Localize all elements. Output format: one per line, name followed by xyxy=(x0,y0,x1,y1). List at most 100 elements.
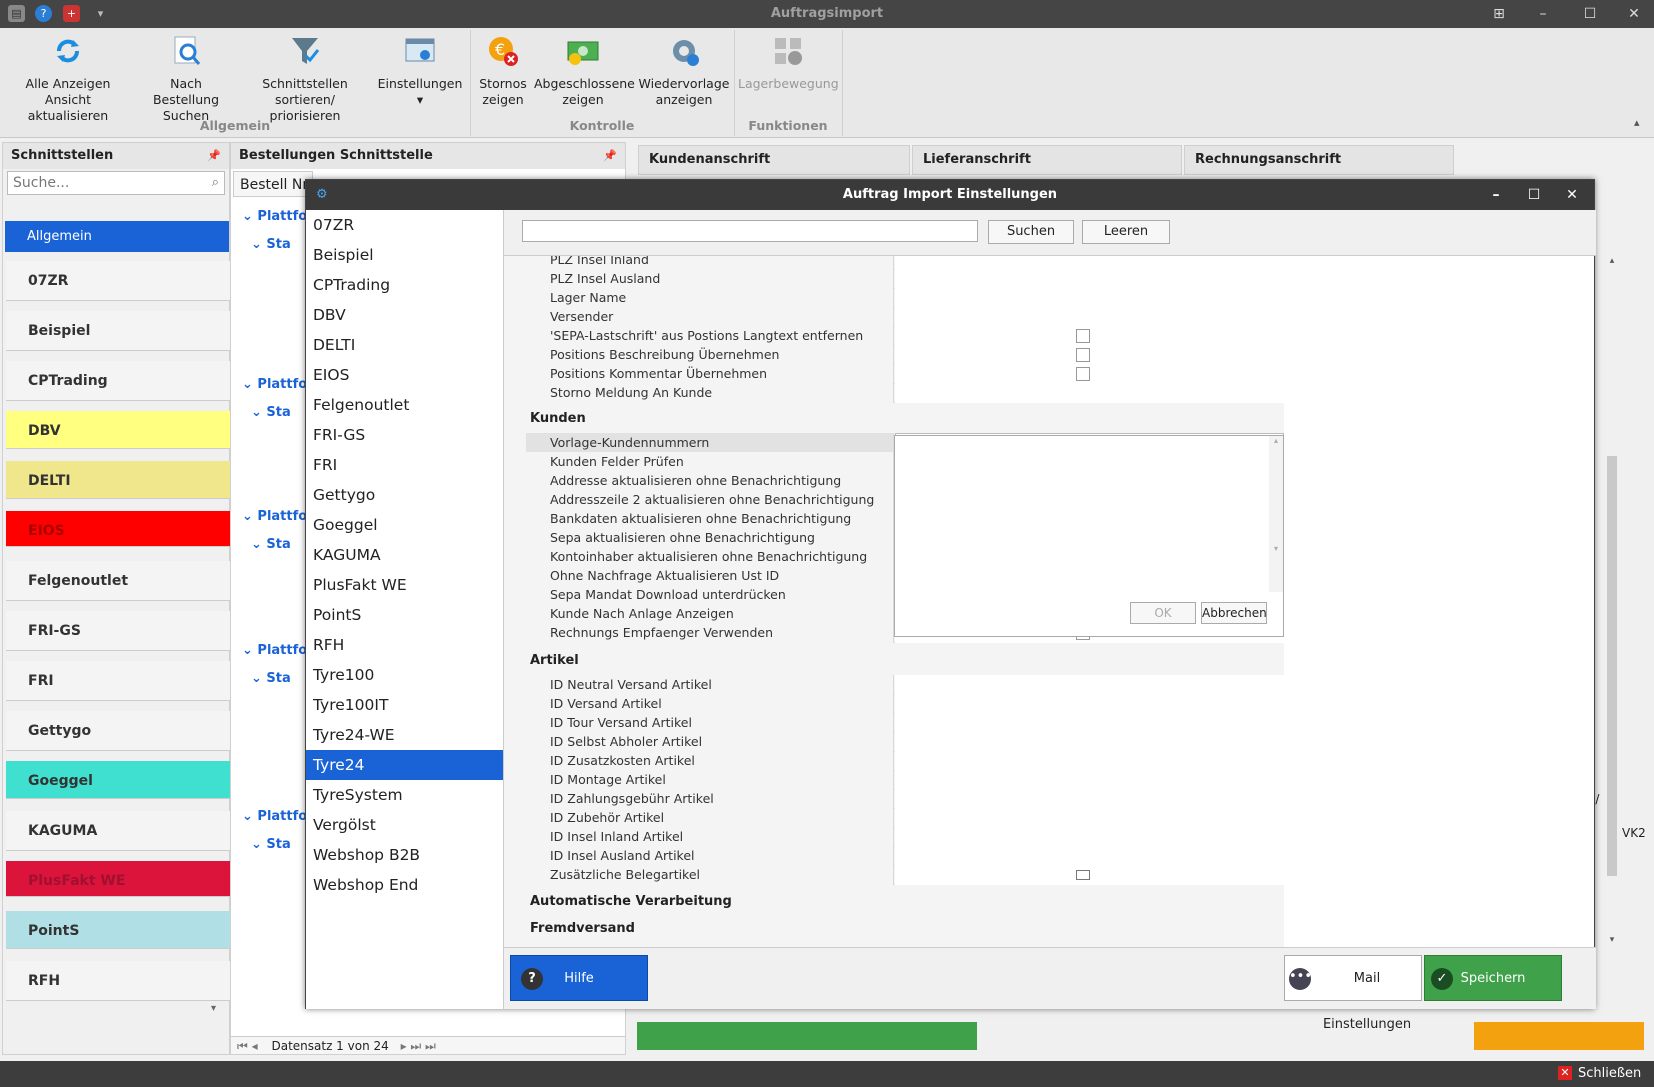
setting-value[interactable] xyxy=(895,827,1284,847)
setting-checkbox[interactable] xyxy=(1076,329,1090,343)
setting-value[interactable] xyxy=(895,269,1284,289)
setting-value[interactable] xyxy=(895,770,1284,790)
settings-category[interactable]: Automatische Verarbeitung xyxy=(504,888,1284,916)
layout-icon[interactable]: ⊞ xyxy=(1487,4,1511,24)
minimize-button[interactable]: – xyxy=(1531,4,1555,24)
column-header-order-nr[interactable]: Bestell Nr xyxy=(233,171,313,197)
close-app-link[interactable]: Schließen xyxy=(1578,1066,1641,1081)
refresh-all-button[interactable]: Alle Anzeigen Ansicht aktualisieren xyxy=(4,32,132,124)
mail-settings-button[interactable]: ••• Mail Einstellungen xyxy=(1284,955,1422,1032)
interface-item[interactable]: CPTrading xyxy=(6,361,231,401)
dialog-interface-item[interactable]: Vergölst xyxy=(306,810,503,840)
sub-group-row[interactable]: ⌄ Sta xyxy=(251,405,291,420)
sub-group-row[interactable]: ⌄ Sta xyxy=(251,671,291,686)
show-completed-button[interactable]: Abgeschlossene zeigen xyxy=(534,32,635,108)
nav-first-icon[interactable]: ⏮ ◂ xyxy=(231,1039,258,1053)
interface-item[interactable]: FRI xyxy=(6,661,231,701)
setting-value[interactable] xyxy=(895,865,1284,885)
search-order-button[interactable]: Nach Bestellung Suchen xyxy=(136,32,236,124)
interface-item[interactable]: Beispiel xyxy=(6,311,231,351)
popup-ok-button[interactable]: OK xyxy=(1130,602,1196,624)
interface-item[interactable]: FRI-GS xyxy=(6,611,231,651)
setting-value[interactable] xyxy=(895,307,1284,327)
ribbon-collapse-icon[interactable]: ▴ xyxy=(1634,116,1640,129)
stock-movement-button[interactable]: Lagerbewegung xyxy=(738,32,839,92)
settings-search-input[interactable] xyxy=(522,220,978,242)
setting-value[interactable] xyxy=(895,846,1284,866)
dialog-close-button[interactable]: ✕ xyxy=(1558,180,1586,210)
setting-value[interactable] xyxy=(895,732,1284,752)
interface-item[interactable]: DBV xyxy=(6,411,231,449)
popup-text-area[interactable] xyxy=(897,438,1271,590)
interface-item[interactable]: Felgenoutlet xyxy=(6,561,231,601)
setting-checkbox[interactable] xyxy=(1076,870,1090,880)
orange-action-bar[interactable] xyxy=(1474,1022,1644,1050)
green-action-bar[interactable] xyxy=(637,1022,977,1050)
setting-value[interactable] xyxy=(895,713,1284,733)
dialog-interface-item[interactable]: Beispiel xyxy=(306,240,503,270)
dialog-minimize-button[interactable]: – xyxy=(1482,180,1510,210)
interface-item[interactable]: PlusFakt WE xyxy=(6,861,231,897)
close-red-icon[interactable]: ✕ xyxy=(1558,1066,1572,1080)
setting-value[interactable] xyxy=(895,256,1284,270)
setting-checkbox[interactable] xyxy=(1076,348,1090,362)
setting-value[interactable] xyxy=(895,808,1284,828)
interface-item[interactable]: 07ZR xyxy=(6,261,231,301)
settings-category[interactable]: Artikel xyxy=(504,647,1284,675)
dialog-maximize-button[interactable]: ☐ xyxy=(1520,180,1548,210)
dialog-interface-item[interactable]: Goeggel xyxy=(306,510,503,540)
setting-value[interactable] xyxy=(895,345,1284,365)
dialog-interface-item[interactable]: Tyre100IT xyxy=(306,690,503,720)
dialog-interface-item[interactable]: Gettygo xyxy=(306,480,503,510)
settings-category[interactable]: Kunden xyxy=(504,405,1284,433)
dialog-interface-item[interactable]: EIOS xyxy=(306,360,503,390)
interface-item[interactable]: EIOS xyxy=(6,511,231,547)
save-button[interactable]: ✓ Speichern xyxy=(1424,955,1562,1001)
maximize-button[interactable]: ☐ xyxy=(1578,4,1602,24)
dialog-interface-item[interactable]: Tyre24 xyxy=(306,750,503,780)
dialog-interface-item[interactable]: PointS xyxy=(306,600,503,630)
dialog-interface-item[interactable]: 07ZR xyxy=(306,210,503,240)
dialog-interface-item[interactable]: FRI-GS xyxy=(306,420,503,450)
dialog-interface-item[interactable]: CPTrading xyxy=(306,270,503,300)
setting-value[interactable] xyxy=(895,383,1284,403)
scroll-up-icon[interactable]: ▴ xyxy=(1604,256,1620,266)
interface-search-input[interactable]: Suche... ⌕ xyxy=(7,171,225,195)
popup-scrollbar[interactable]: ▴ ▾ xyxy=(1269,436,1283,592)
interface-item[interactable]: RFH xyxy=(6,961,231,1001)
dialog-interface-item[interactable]: Webshop B2B xyxy=(306,840,503,870)
setting-value[interactable] xyxy=(895,789,1284,809)
pin-icon[interactable]: 📌 xyxy=(603,143,617,169)
show-cancellations-button[interactable]: € Stornos zeigen xyxy=(474,32,532,108)
setting-value[interactable] xyxy=(895,694,1284,714)
sub-group-row[interactable]: ⌄ Sta xyxy=(251,537,291,552)
settings-category[interactable]: Fremdversand xyxy=(504,915,1284,943)
pin-icon[interactable]: 📌 xyxy=(207,143,221,169)
nav-last-icon[interactable]: ▸ ⏭ ⏭ xyxy=(393,1039,436,1053)
interface-item[interactable]: KAGUMA xyxy=(6,811,231,851)
scroll-down-icon[interactable]: ▾ xyxy=(211,1003,216,1014)
settings-scrollbar[interactable]: ▴ ▾ xyxy=(1604,256,1620,947)
clear-button[interactable]: Leeren xyxy=(1082,220,1170,244)
setting-value[interactable] xyxy=(895,364,1284,384)
sub-group-row[interactable]: ⌄ Sta xyxy=(251,237,291,252)
setting-checkbox[interactable] xyxy=(1076,367,1090,381)
close-button[interactable]: ✕ xyxy=(1622,4,1646,24)
dialog-interface-item[interactable]: FRI xyxy=(306,450,503,480)
settings-button[interactable]: Einstellungen ▾ xyxy=(374,32,466,108)
interface-item[interactable]: DELTI xyxy=(6,461,231,499)
dialog-interface-item[interactable]: RFH xyxy=(306,630,503,660)
help-button[interactable]: ? Hilfe xyxy=(510,955,648,1001)
dialog-interface-item[interactable]: DELTI xyxy=(306,330,503,360)
interface-item[interactable]: Allgemein xyxy=(5,221,229,252)
popup-cancel-button[interactable]: Abbrechen xyxy=(1201,602,1267,624)
sort-interfaces-button[interactable]: Schnittstellen sortieren/ priorisieren xyxy=(240,32,370,124)
interface-item[interactable]: Gettygo xyxy=(6,711,231,751)
dialog-interface-item[interactable]: Webshop End xyxy=(306,870,503,900)
dialog-interface-item[interactable]: DBV xyxy=(306,300,503,330)
setting-value[interactable] xyxy=(895,288,1284,308)
scroll-thumb[interactable] xyxy=(1607,456,1617,876)
dialog-interface-item[interactable]: TyreSystem xyxy=(306,780,503,810)
scroll-down-icon[interactable]: ▾ xyxy=(1604,935,1620,945)
dialog-interface-item[interactable]: PlusFakt WE xyxy=(306,570,503,600)
